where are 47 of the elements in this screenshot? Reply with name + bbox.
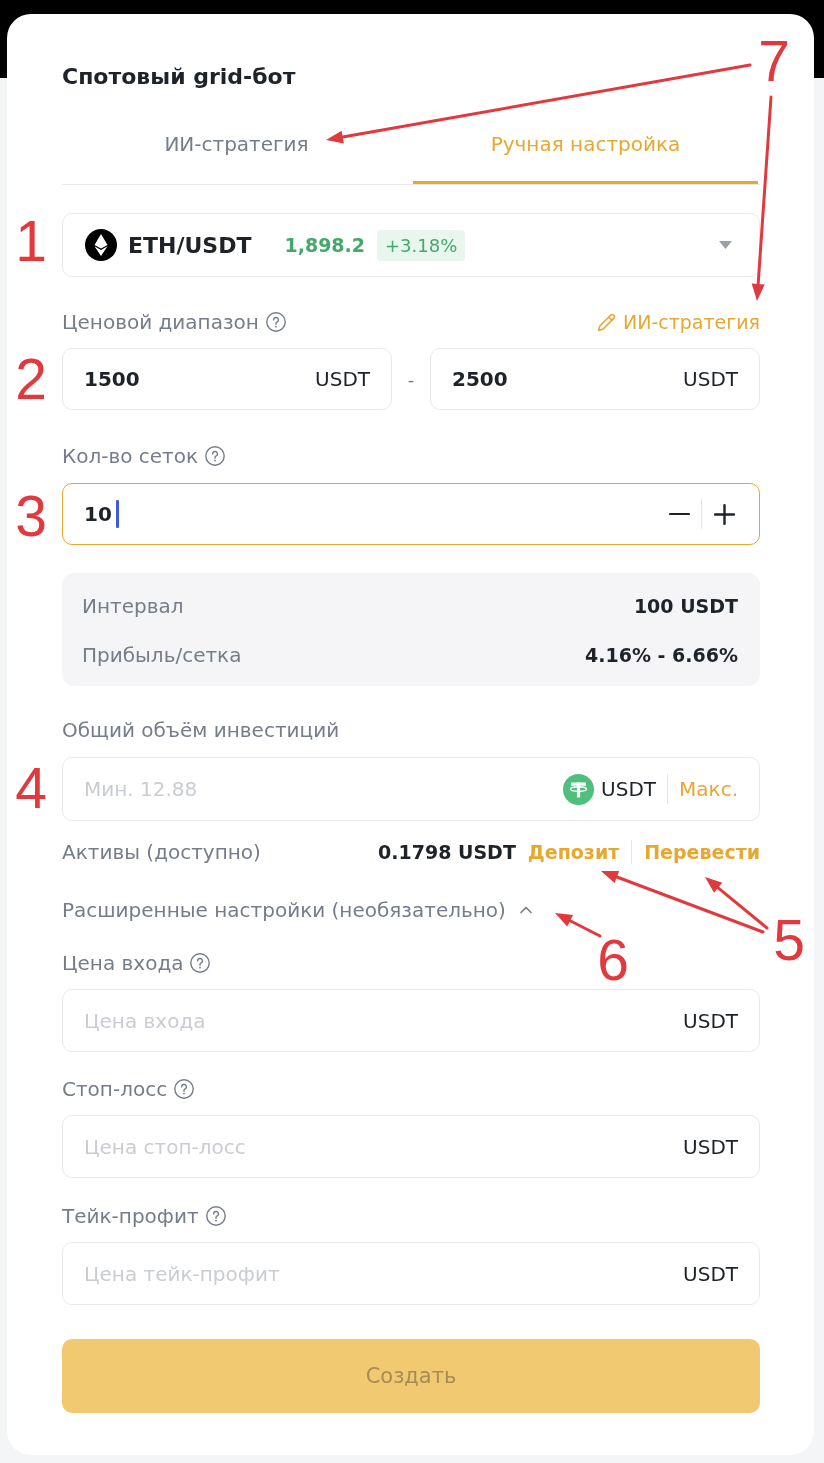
annotation-number: 1: [15, 212, 47, 270]
annotation-number: 4: [15, 759, 47, 817]
field-label: Ценовой диапазон: [62, 310, 259, 334]
unit-label: USDT: [601, 777, 657, 801]
grid-count-input[interactable]: 10: [84, 502, 116, 526]
annotation-number: 2: [15, 350, 47, 408]
advanced-settings-toggle[interactable]: Расширенные настройки (необязательно): [62, 898, 536, 922]
unit-label: USDT: [683, 1134, 738, 1159]
annotation-number: 7: [758, 32, 790, 90]
range-separator: -: [406, 368, 416, 390]
card-title: Спотовый grid-бот: [62, 63, 296, 91]
price-field[interactable]: 1500 USDT: [62, 348, 392, 410]
unit-label: USDT: [683, 1261, 738, 1286]
field-label: Тейк-профит: [62, 1204, 199, 1228]
pair-symbol: ETH/USDT: [128, 232, 252, 258]
pair-selector[interactable]: ETH/USDT 1,898.2 +3.18%: [62, 213, 760, 277]
summary-value: 100 USDT: [633, 595, 738, 617]
pencil-icon: [596, 312, 616, 332]
dropdown-caret-icon: [719, 241, 732, 249]
summary-label: Прибыль/сетка: [82, 643, 242, 667]
tether-icon: [563, 773, 595, 805]
grid-count-field[interactable]: 10: [62, 483, 760, 545]
unit-label: USDT: [683, 367, 738, 391]
summary-value: 4.16% - 6.66%: [585, 644, 738, 666]
price-field[interactable]: 2500 USDT: [430, 348, 760, 410]
field-label: Общий объём инвестиций: [62, 718, 340, 742]
field-label: Цена входа: [62, 951, 184, 975]
minus-icon: [668, 512, 690, 516]
price-input[interactable]: 2500: [452, 367, 684, 391]
ethereum-icon: [85, 229, 117, 261]
summary-label: Интервал: [82, 594, 184, 618]
annotation-number: 5: [773, 911, 805, 969]
field-label: Кол-во сеток: [62, 444, 199, 468]
text-cursor-icon: [116, 500, 120, 528]
annotation-number: 6: [597, 931, 629, 989]
annotation-number: 3: [15, 487, 47, 545]
price-change-badge: +3.18%: [377, 229, 466, 261]
unit-label: USDT: [683, 1008, 738, 1033]
price-input[interactable]: 1500: [84, 367, 316, 391]
strategy-tab[interactable]: ИИ-стратегия: [64, 112, 409, 184]
field-label: Стоп-лосс: [62, 1077, 168, 1101]
plus-icon: [713, 503, 735, 525]
unit-label: USDT: [315, 367, 370, 391]
assets-label: Активы (доступно): [62, 840, 261, 864]
pair-price: 1,898.2: [284, 234, 365, 256]
link-text: ИИ-стратегия: [622, 311, 760, 333]
assets-value: 0.1798 USDT: [378, 841, 516, 863]
